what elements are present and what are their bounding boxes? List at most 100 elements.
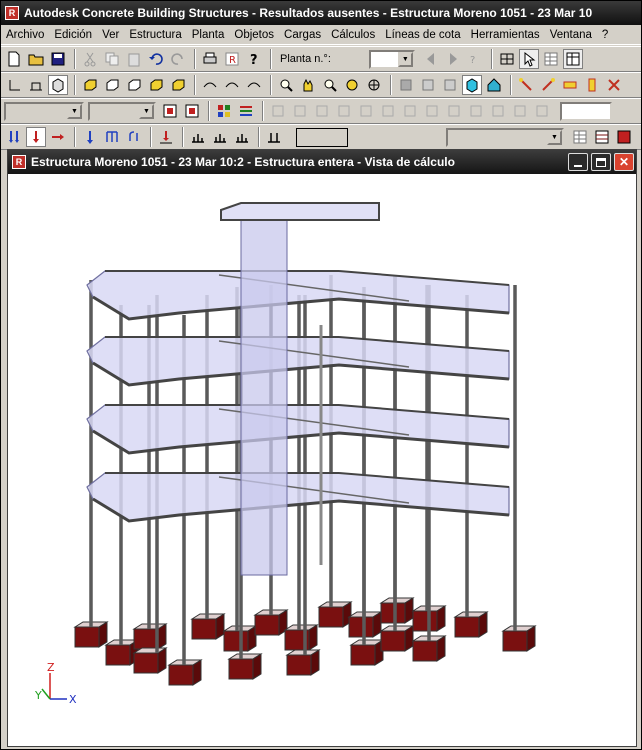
menu-edicion[interactable]: Edición — [49, 29, 97, 41]
planta-select[interactable]: ▼ — [368, 49, 415, 69]
pan-hand-icon[interactable] — [298, 75, 318, 95]
view-front-icon[interactable] — [26, 75, 46, 95]
cube-outline-icon[interactable] — [124, 75, 144, 95]
case-combo[interactable]: ▼ — [88, 101, 156, 121]
moment-load-icon[interactable] — [124, 127, 144, 147]
structure-view-icon[interactable] — [497, 49, 517, 69]
table-red-icon[interactable] — [614, 127, 634, 147]
menu-planta[interactable]: Planta — [187, 29, 230, 41]
new-file-icon[interactable] — [4, 49, 24, 69]
cube-outline-icon[interactable] — [102, 75, 122, 95]
view-title-bar[interactable]: R Estructura Moreno 1051 - 23 Mar 10:2 -… — [8, 150, 636, 174]
support-load-icon[interactable] — [156, 127, 176, 147]
floor-load-icon[interactable] — [210, 127, 230, 147]
rotate-x-icon[interactable] — [200, 75, 220, 95]
tool-disabled-icon[interactable] — [334, 101, 354, 121]
load-down-icon[interactable] — [26, 127, 46, 147]
load-right-icon[interactable] — [48, 127, 68, 147]
tool-disabled-icon[interactable] — [466, 101, 486, 121]
value-field[interactable] — [560, 101, 612, 121]
load-arrows-icon[interactable] — [4, 127, 24, 147]
menu-ver[interactable]: Ver — [97, 29, 124, 41]
zoom-window-icon[interactable] — [320, 75, 340, 95]
load-case-combo[interactable]: ▼ — [446, 127, 564, 147]
menu-cargas[interactable]: Cargas — [279, 29, 326, 41]
floor-load-icon[interactable] — [232, 127, 252, 147]
next-floor-icon[interactable] — [443, 49, 463, 69]
delete-tool-icon[interactable] — [604, 75, 624, 95]
node-tool-icon[interactable] — [538, 75, 558, 95]
axis-xy-icon[interactable] — [4, 75, 24, 95]
point-load-icon[interactable] — [80, 127, 100, 147]
minimize-button[interactable] — [568, 153, 588, 171]
rotate-y-icon[interactable] — [222, 75, 242, 95]
tool-disabled-icon[interactable] — [312, 101, 332, 121]
help-pointer-icon[interactable]: ? — [465, 49, 485, 69]
menu-estructura[interactable]: Estructura — [124, 29, 186, 41]
menu-lineas-de-cota[interactable]: Líneas de cota — [380, 29, 465, 41]
menu-objetos[interactable]: Objetos — [229, 29, 279, 41]
print-icon[interactable] — [200, 49, 220, 69]
save-icon[interactable] — [48, 49, 68, 69]
table-properties-icon[interactable] — [541, 49, 561, 69]
cube-cyan-icon[interactable] — [462, 75, 482, 95]
rotate-view-icon[interactable] — [364, 75, 384, 95]
zoom-icon[interactable] — [276, 75, 296, 95]
cube-yellow-icon[interactable] — [168, 75, 188, 95]
tool-disabled-icon[interactable] — [444, 101, 464, 121]
tool-disabled-icon[interactable] — [400, 101, 420, 121]
menu-ventana[interactable]: Ventana — [545, 29, 597, 41]
edit-table-icon[interactable] — [562, 49, 583, 69]
select-pointer-icon[interactable] — [518, 49, 539, 69]
selection-combo[interactable]: ▼ — [4, 101, 84, 121]
menu-archivo[interactable]: Archivo — [1, 29, 49, 41]
menu-herramientas[interactable]: Herramientas — [466, 29, 545, 41]
menu-calculos[interactable]: Cálculos — [326, 29, 380, 41]
floor-load-icon[interactable] — [188, 127, 208, 147]
bars-colored-icon[interactable] — [236, 101, 256, 121]
close-button[interactable]: ✕ — [614, 153, 634, 171]
menu-help[interactable]: ? — [597, 29, 613, 41]
rotate-z-icon[interactable] — [244, 75, 264, 95]
view-3d-icon[interactable] — [48, 75, 68, 95]
table-red-icon[interactable] — [182, 101, 202, 121]
house-cyan-icon[interactable] — [484, 75, 504, 95]
maximize-button[interactable] — [591, 153, 611, 171]
tool-disabled-icon[interactable] — [268, 101, 288, 121]
cube-yellow-icon[interactable] — [80, 75, 100, 95]
grid-gray-icon[interactable] — [440, 75, 460, 95]
structure-3d-model[interactable]: Z X Y — [9, 175, 635, 745]
tool-disabled-icon[interactable] — [510, 101, 530, 121]
tool-disabled-icon[interactable] — [290, 101, 310, 121]
table-red-icon[interactable] — [592, 127, 612, 147]
paste-icon[interactable] — [124, 49, 144, 69]
tool-disabled-icon[interactable] — [356, 101, 376, 121]
app-title-bar[interactable]: R Autodesk Concrete Building Structures … — [1, 1, 641, 25]
table-view-icon[interactable] — [570, 127, 590, 147]
cube-gray-icon[interactable] — [396, 75, 416, 95]
zoom-all-icon[interactable] — [342, 75, 362, 95]
load-value-field[interactable] — [296, 127, 348, 147]
open-folder-icon[interactable] — [26, 49, 46, 69]
tool-disabled-icon[interactable] — [532, 101, 552, 121]
copy-icon[interactable] — [102, 49, 122, 69]
cut-icon[interactable] — [80, 49, 100, 69]
grid-gray-icon[interactable] — [418, 75, 438, 95]
tool-disabled-icon[interactable] — [378, 101, 398, 121]
beam-tool-icon[interactable] — [560, 75, 580, 95]
undo-icon[interactable] — [146, 49, 166, 69]
grid-colored-icon[interactable] — [214, 101, 234, 121]
column-load-icon[interactable] — [264, 127, 284, 147]
table-red-icon[interactable] — [160, 101, 180, 121]
model-viewport[interactable]: Z X Y — [9, 175, 635, 745]
column-tool-icon[interactable] — [582, 75, 602, 95]
linear-load-icon[interactable] — [102, 127, 122, 147]
help-icon[interactable]: ? — [244, 49, 264, 69]
previous-floor-icon[interactable] — [421, 49, 441, 69]
tool-disabled-icon[interactable] — [488, 101, 508, 121]
cube-yellow-icon[interactable] — [146, 75, 166, 95]
node-tool-icon[interactable] — [516, 75, 536, 95]
redo-icon[interactable] — [168, 49, 188, 69]
robot-logo-icon[interactable]: R — [222, 49, 242, 69]
tool-disabled-icon[interactable] — [422, 101, 442, 121]
